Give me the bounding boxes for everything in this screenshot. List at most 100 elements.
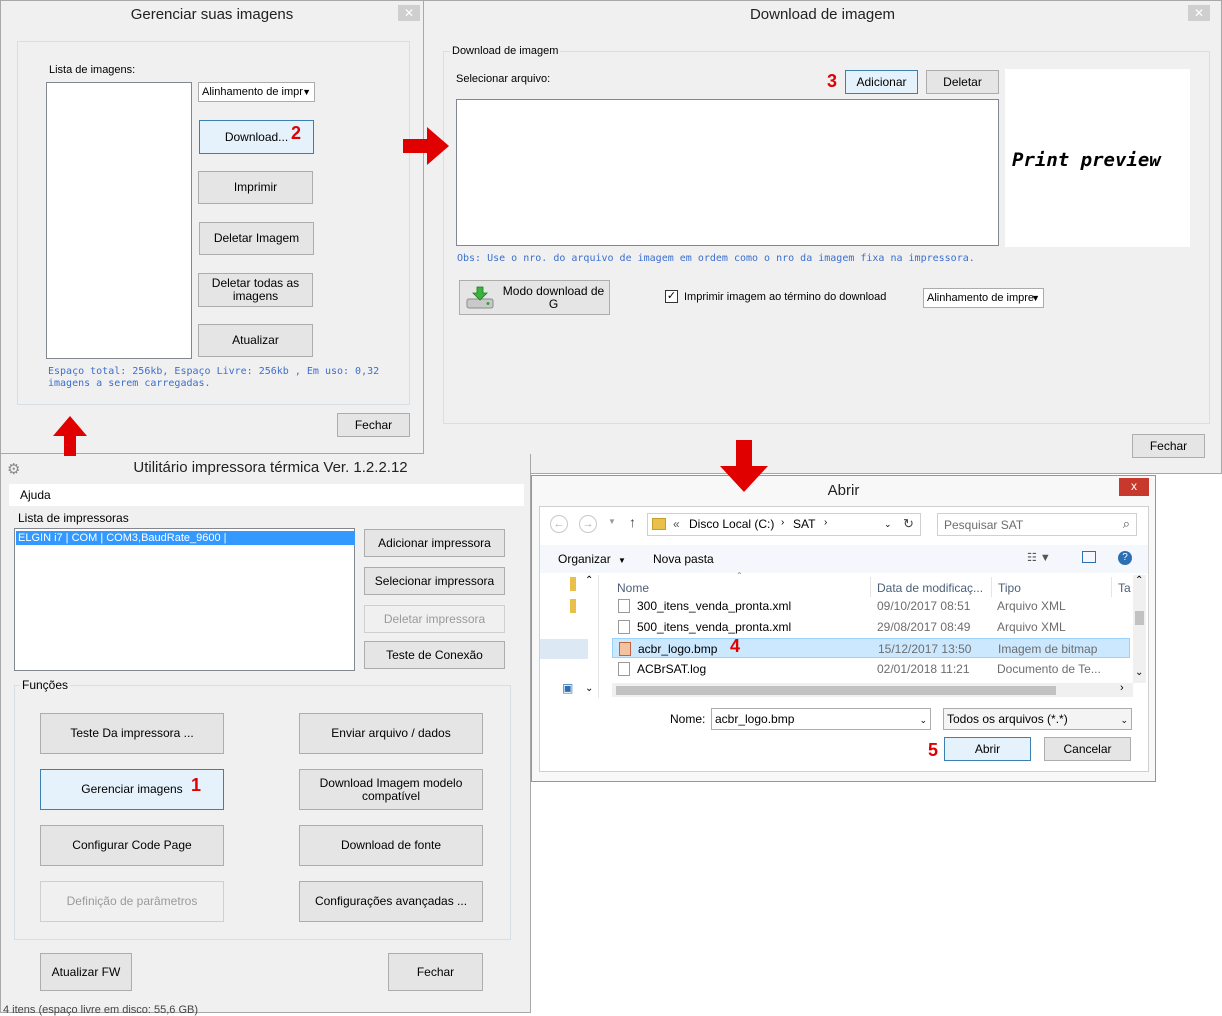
scroll-thumb[interactable]: [616, 686, 1056, 695]
view-options-icon[interactable]: ☷ ▼: [1027, 551, 1051, 564]
menu-help[interactable]: Ajuda: [20, 488, 51, 502]
add-printer-button[interactable]: Adicionar impressora: [364, 529, 505, 557]
printer-item[interactable]: ELGIN i7 | COM | COM3,BaudRate_9600 |: [16, 531, 355, 545]
filename-input[interactable]: acbr_logo.bmp ⌄: [711, 708, 931, 730]
organize-label: Organizar: [558, 552, 611, 566]
breadcrumb-prefix: «: [673, 517, 680, 531]
print-preview-box: Print preview: [1005, 69, 1190, 247]
download-font-button[interactable]: Download de fonte: [299, 825, 483, 866]
folder-icon: [652, 518, 666, 530]
cancel-button[interactable]: Cancelar: [1044, 737, 1131, 761]
file-row[interactable]: 300_itens_venda_pronta.xml 09/10/2017 08:…: [612, 596, 1130, 616]
refresh-icon[interactable]: ↻: [903, 516, 914, 532]
scroll-up-icon[interactable]: ⌃: [1135, 575, 1143, 586]
update-fw-button[interactable]: Atualizar FW: [40, 953, 132, 991]
chevron-down-icon: ▼: [302, 87, 311, 97]
up-arrow-icon[interactable]: ↑: [629, 514, 636, 530]
select-printer-button[interactable]: Selecionar impressora: [364, 567, 505, 595]
manage-window-title: Gerenciar suas imagens: [130, 6, 294, 23]
download-close-button[interactable]: Fechar: [1132, 434, 1205, 458]
file-type-select[interactable]: Todos os arquivos (*.*) ⌄: [943, 708, 1132, 730]
images-list[interactable]: [46, 82, 192, 359]
print-after-download-checkbox[interactable]: ✓: [665, 290, 678, 303]
scroll-down-icon[interactable]: ⌄: [1135, 667, 1143, 678]
scroll-right-icon[interactable]: ›: [1120, 682, 1124, 694]
document-file-icon: [618, 599, 630, 613]
toolbar: [540, 545, 1148, 573]
delete-all-images-button[interactable]: Deletar todas as imagens: [198, 273, 313, 307]
open-button[interactable]: Abrir: [944, 737, 1031, 761]
column-header-type[interactable]: Tipo: [998, 581, 1021, 595]
vertical-scrollbar[interactable]: ⌃ ⌄: [1133, 575, 1146, 683]
chevron-down-icon[interactable]: ⌄: [884, 519, 892, 530]
forward-icon[interactable]: →: [579, 515, 597, 533]
utility-window: ⚙ Utilitário impressora térmica Ver. 1.2…: [0, 454, 531, 1016]
file-type: Imagem de bitmap: [998, 642, 1098, 656]
file-date: 29/08/2017 08:49: [877, 620, 971, 634]
file-name: 300_itens_venda_pronta.xml: [637, 599, 792, 613]
download-alignment-select[interactable]: Alinhamento de impre ▼: [923, 288, 1044, 308]
column-divider: [1111, 577, 1112, 597]
selected-files-list[interactable]: [456, 99, 999, 246]
delete-image-button[interactable]: Deletar Imagem: [199, 222, 314, 255]
scroll-thumb[interactable]: [1135, 611, 1144, 625]
breadcrumb-folder[interactable]: SAT: [793, 517, 815, 531]
file-name: ACBrSAT.log: [637, 662, 707, 676]
scroll-down-icon[interactable]: ⌄: [585, 683, 593, 694]
alignment-select-value: Alinhamento de impr: [202, 86, 303, 98]
download-image-window: Download de imagem ✕ Download de imagem …: [423, 0, 1222, 474]
print-button[interactable]: Imprimir: [198, 171, 313, 204]
search-icon: ⌕: [1122, 516, 1130, 531]
utility-close-button[interactable]: Fechar: [388, 953, 483, 991]
column-header-name[interactable]: Nome: [617, 581, 649, 595]
download-drive-icon: [466, 286, 494, 310]
address-bar[interactable]: « Disco Local (C:) › SAT › ⌄ ↻: [647, 513, 921, 536]
scroll-up-icon[interactable]: ⌃: [585, 575, 593, 586]
breadcrumb-drive[interactable]: Disco Local (C:): [689, 517, 774, 531]
manage-close-button[interactable]: Fechar: [337, 413, 410, 437]
test-printer-button[interactable]: Teste Da impressora ...: [40, 713, 224, 754]
horizontal-scrollbar[interactable]: ›: [612, 682, 1133, 697]
open-dialog-title: Abrir: [827, 482, 860, 499]
printers-list[interactable]: ELGIN i7 | COM | COM3,BaudRate_9600 |: [14, 528, 355, 671]
preview-pane-icon[interactable]: [1082, 551, 1096, 563]
test-connection-button[interactable]: Teste de Conexão: [364, 641, 505, 669]
param-definition-button[interactable]: Definição de parâmetros: [40, 881, 224, 922]
back-icon[interactable]: ←: [550, 515, 568, 533]
column-header-date[interactable]: Data de modificaç...: [877, 581, 983, 595]
computer-icon: ▣: [562, 681, 574, 695]
step-1-label: 1: [191, 775, 202, 795]
organize-menu[interactable]: Organizar ▼: [558, 552, 626, 566]
chevron-down-icon: ⌄: [919, 715, 927, 725]
file-type: Arquivo XML: [997, 599, 1066, 613]
file-row[interactable]: acbr_logo.bmp 15/12/2017 13:50 Imagem de b…: [612, 638, 1130, 658]
search-placeholder: Pesquisar SAT: [944, 518, 1024, 532]
download-mode-button[interactable]: Modo download de G: [459, 280, 610, 315]
close-icon[interactable]: x: [1119, 478, 1149, 496]
column-header-size[interactable]: Ta: [1118, 581, 1131, 595]
add-button[interactable]: Adicionar: [845, 70, 918, 94]
download-note: Obs: Use o nro. do arquivo de imagem em …: [457, 253, 975, 264]
new-folder-button[interactable]: Nova pasta: [653, 552, 714, 566]
file-row[interactable]: ACBrSAT.log 02/01/2018 11:21 Documento de …: [612, 659, 1130, 679]
config-code-page-button[interactable]: Configurar Code Page: [40, 825, 224, 866]
close-icon[interactable]: ✕: [1188, 5, 1210, 21]
advanced-config-button[interactable]: Configurações avançadas ...: [299, 881, 483, 922]
help-icon[interactable]: ?: [1118, 551, 1132, 565]
print-preview-text: Print preview: [1012, 149, 1161, 171]
delete-printer-button[interactable]: Deletar impressora: [364, 605, 505, 633]
alignment-select[interactable]: Alinhamento de impr ▼: [198, 82, 315, 102]
refresh-button[interactable]: Atualizar: [198, 324, 313, 357]
delete-file-button[interactable]: Deletar: [926, 70, 999, 94]
history-chevron-icon[interactable]: ▼: [608, 517, 616, 526]
file-date: 15/12/2017 13:50: [878, 642, 972, 656]
menu-bar: [9, 484, 524, 506]
send-file-button[interactable]: Enviar arquivo / dados: [299, 713, 483, 754]
close-icon[interactable]: ✕: [398, 5, 420, 21]
step-2-label: 2: [291, 123, 302, 143]
file-row[interactable]: 500_itens_venda_pronta.xml 29/08/2017 08:…: [612, 617, 1130, 637]
download-alignment-value: Alinhamento de impre: [927, 292, 1035, 304]
arrow-up-icon: [53, 416, 87, 456]
download-image-model-button[interactable]: Download Imagem modelo compatível: [299, 769, 483, 810]
search-input[interactable]: Pesquisar SAT ⌕: [937, 513, 1137, 536]
